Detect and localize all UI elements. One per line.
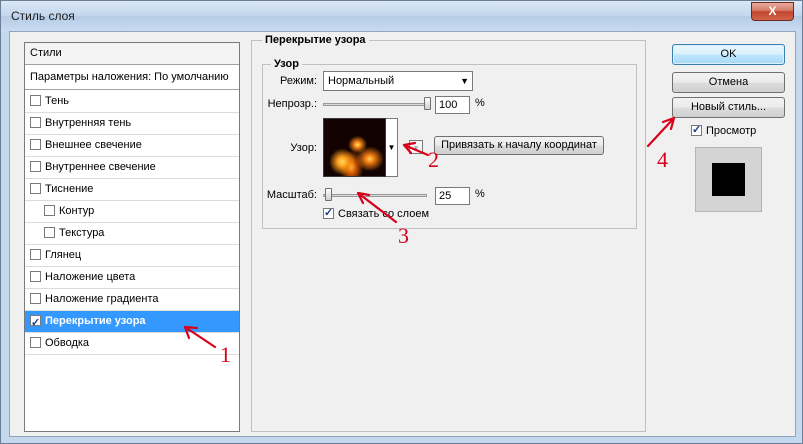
subgroup-title: Узор — [271, 58, 302, 70]
style-item-label: Наложение градиента — [45, 293, 159, 305]
window-title: Стиль слоя — [11, 9, 75, 23]
panel-title: Перекрытие узора — [262, 34, 369, 46]
satin-checkbox[interactable] — [30, 249, 41, 260]
style-item-inner-glow[interactable]: Внутреннее свечение — [25, 157, 239, 179]
style-item-label: Внутренняя тень — [45, 117, 132, 129]
contour-checkbox[interactable] — [44, 205, 55, 216]
style-item-texture[interactable]: Текстура — [25, 223, 239, 245]
style-item-outer-glow[interactable]: Внешнее свечение — [25, 135, 239, 157]
style-item-bevel[interactable]: Тиснение — [25, 179, 239, 201]
style-item-contour[interactable]: Контур — [25, 201, 239, 223]
pattern-overlay-group: Перекрытие узора Узор Режим: Нормальный … — [251, 34, 646, 432]
style-item-inner-shadow[interactable]: Внутренняя тень — [25, 113, 239, 135]
dropdown-arrow-icon: ▼ — [387, 143, 396, 152]
link-with-layer-checkbox[interactable] — [323, 206, 334, 219]
styles-header[interactable]: Стили — [25, 43, 239, 65]
style-item-label: Тень — [45, 95, 70, 107]
preview-thumbnail — [712, 163, 745, 196]
style-item-color-overlay[interactable]: Наложение цвета — [25, 267, 239, 289]
opacity-label: Непрозр.: — [267, 98, 317, 110]
drop-shadow-checkbox[interactable] — [30, 95, 41, 106]
opacity-percent: % — [475, 97, 485, 109]
style-item-satin[interactable]: Глянец — [25, 245, 239, 267]
dropdown-arrow-icon: ▼ — [460, 76, 469, 86]
blend-mode-select[interactable]: Нормальный ▼ — [323, 71, 473, 91]
style-item-pattern-overlay[interactable]: Перекрытие узора — [25, 311, 239, 334]
scale-slider-thumb[interactable] — [324, 188, 332, 201]
opacity-slider[interactable] — [323, 103, 431, 106]
scale-label: Масштаб: — [266, 189, 317, 201]
style-item-label: Обводка — [45, 337, 90, 349]
mode-label: Режим: — [280, 75, 317, 87]
style-preview — [695, 147, 762, 212]
inner-glow-checkbox[interactable] — [30, 161, 41, 172]
annotation-3: 3 — [398, 223, 409, 248]
style-item-label: Внешнее свечение — [45, 139, 142, 151]
style-item-gradient-overlay[interactable]: Наложение градиента — [25, 289, 239, 311]
blending-options-item[interactable]: Параметры наложения: По умолчанию — [25, 66, 239, 90]
style-item-label: Глянец — [45, 249, 82, 261]
preview-checkbox[interactable] — [691, 123, 702, 136]
opacity-slider-thumb[interactable] — [424, 97, 431, 110]
style-item-label: Наложение цвета — [45, 271, 136, 283]
layer-style-dialog: Стиль слоя X Стили Параметры наложения: … — [0, 0, 803, 444]
snap-to-origin-button[interactable]: Привязать к началу координат — [434, 136, 604, 155]
opacity-input[interactable]: 100 — [435, 96, 470, 114]
inner-shadow-checkbox[interactable] — [30, 117, 41, 128]
pattern-picker-arrow[interactable]: ▼ — [386, 118, 398, 177]
style-item-label: Внутреннее свечение — [45, 161, 156, 173]
pattern-swatch[interactable] — [323, 118, 386, 177]
annotation-4: 4 — [657, 147, 668, 172]
new-style-button[interactable]: Новый стиль... — [672, 97, 785, 118]
style-item-drop-shadow[interactable]: Тень — [25, 91, 239, 113]
style-item-label: Перекрытие узора — [45, 315, 146, 327]
link-with-layer-option[interactable]: Связать со слоем — [323, 206, 430, 220]
style-item-label: Контур — [59, 205, 95, 217]
scale-percent: % — [475, 188, 485, 200]
link-with-layer-label: Связать со слоем — [338, 208, 430, 220]
annotation-2: 2 — [428, 147, 439, 172]
preview-label: Просмотр — [706, 125, 757, 137]
close-button[interactable]: X — [751, 2, 794, 21]
pattern-subgroup: Узор Режим: Нормальный ▼ Непрозр.: 100 %… — [262, 58, 637, 229]
texture-checkbox[interactable] — [44, 227, 55, 238]
cancel-button[interactable]: Отмена — [672, 72, 785, 93]
gradient-overlay-checkbox[interactable] — [30, 293, 41, 304]
style-item-label: Текстура — [59, 227, 105, 239]
color-overlay-checkbox[interactable] — [30, 271, 41, 282]
style-item-stroke[interactable]: Обводка — [25, 333, 239, 355]
preview-option[interactable]: Просмотр — [691, 123, 757, 137]
pattern-label: Узор: — [290, 142, 317, 154]
pattern-overlay-checkbox[interactable] — [30, 313, 41, 334]
scale-input[interactable]: 25 — [435, 187, 470, 205]
styles-list: Стили Параметры наложения: По умолчанию … — [24, 42, 240, 432]
new-preset-icon[interactable]: ▫ — [409, 140, 423, 154]
annotation-1: 1 — [220, 342, 231, 367]
stroke-checkbox[interactable] — [30, 337, 41, 348]
scale-slider[interactable] — [323, 194, 427, 197]
outer-glow-checkbox[interactable] — [30, 139, 41, 150]
ok-button[interactable]: OK — [672, 44, 785, 65]
title-bar[interactable]: Стиль слоя X — [1, 1, 802, 31]
style-item-label: Тиснение — [45, 183, 94, 195]
bevel-checkbox[interactable] — [30, 183, 41, 194]
blend-mode-value: Нормальный — [328, 75, 395, 87]
